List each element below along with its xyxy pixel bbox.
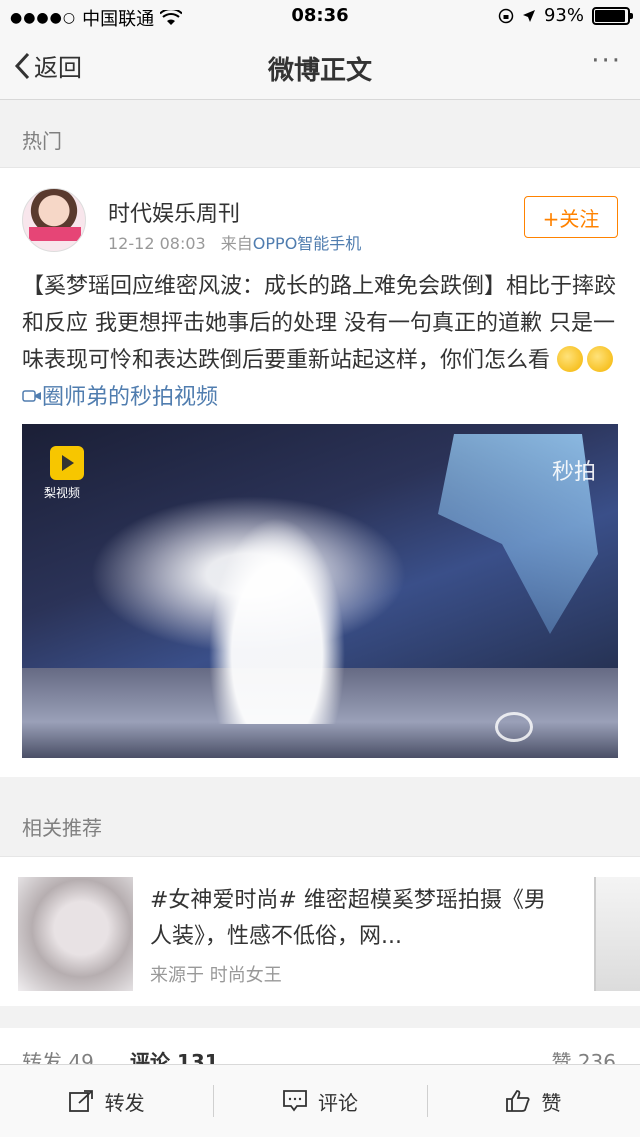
status-right: 93% [498, 5, 633, 26]
comment-button[interactable]: 评论 [213, 1065, 426, 1137]
forward-icon [68, 1090, 93, 1112]
video-icon [22, 390, 41, 402]
miaopai-watermark: 秒拍 [551, 460, 596, 485]
recommend-thumbnail [18, 877, 133, 991]
location-icon [522, 9, 535, 22]
shush-emoji-icon [587, 346, 614, 372]
rotation-lock-icon [498, 8, 514, 23]
recommend-section-label: 相关推荐 [0, 778, 640, 856]
video-link[interactable]: 圈师弟的秒拍视频 [22, 385, 218, 410]
shush-emoji-icon [557, 346, 584, 372]
post-body: 【奚梦瑶回应维密风波：成长的路上难免会跌倒】相比于摔跤和反应 我更想抨击她事后的… [22, 274, 617, 373]
pear-video-logo-icon [50, 446, 84, 480]
comment-label: 评论 [317, 1090, 358, 1115]
battery-percent: 93% [543, 5, 584, 26]
pear-video-logo-text: 梨视频 [44, 486, 81, 500]
hot-section-label: 热门 [0, 101, 640, 167]
post-time: 12-12 08:03 [108, 234, 206, 253]
post-card: 时代娱乐周刊 12-12 08:03 来自OPPO智能手机 +关注 【奚梦瑶回应… [0, 167, 640, 777]
nav-bar: 返回 微博正文 ··· [0, 34, 640, 100]
post-source-prefix: 来自 [220, 234, 253, 253]
recommend-item[interactable]: #女神爱时尚# 维密超模奚梦瑶拍摄《男人装》，性感不低俗，网... 来源于 时尚… [0, 856, 640, 1006]
more-menu-button[interactable]: ··· [591, 46, 622, 76]
battery-fill [595, 9, 625, 22]
recommend-title: #女神爱时尚# 维密超模奚梦瑶拍摄《男人装》，性感不低俗，网... [150, 888, 546, 949]
avatar-badge-icon [29, 227, 81, 241]
like-label: 赞 [541, 1090, 562, 1115]
post-meta: 12-12 08:03 来自OPPO智能手机 [108, 230, 361, 254]
author-avatar[interactable] [22, 188, 86, 252]
recommend-next-thumbnail[interactable] [594, 877, 640, 991]
comment-icon [283, 1090, 307, 1112]
battery-icon [592, 6, 633, 25]
post-source[interactable]: OPPO智能手机 [253, 234, 362, 253]
thumbs-up-icon [506, 1090, 530, 1112]
video-player[interactable]: 梨视频 秒拍 [22, 424, 618, 758]
stats-row: 转发 49 评论 131 赞 236 [0, 1028, 640, 1074]
author-name[interactable]: 时代娱乐周刊 [108, 196, 240, 228]
follow-button[interactable]: +关注 [524, 196, 618, 238]
status-bar: ●●●●○ 中国联通 08:36 93% [0, 0, 640, 34]
cbs-logo-icon [495, 712, 533, 742]
recommend-source: 来源于 时尚女王 [150, 965, 282, 986]
model-image [197, 494, 357, 724]
forward-label: 转发 [104, 1090, 145, 1115]
forward-button[interactable]: 转发 [0, 1065, 213, 1137]
page-title: 微博正文 [267, 56, 372, 86]
post-text: 【奚梦瑶回应维密风波：成长的路上难免会跌倒】相比于摔跤和反应 我更想抨击她事后的… [22, 268, 622, 416]
video-link-label: 圈师弟的秒拍视频 [42, 385, 219, 410]
like-button[interactable]: 赞 [426, 1065, 640, 1137]
bottom-toolbar: 转发 评论 赞 [0, 1064, 640, 1137]
